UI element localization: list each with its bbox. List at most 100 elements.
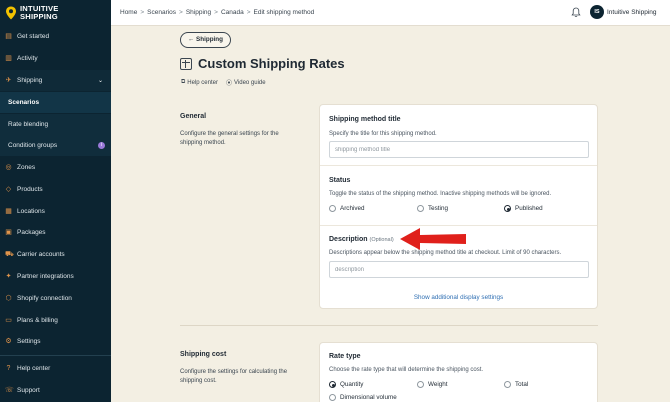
radio-circle bbox=[329, 205, 336, 212]
table-icon bbox=[180, 57, 192, 70]
help-icon: ? bbox=[6, 365, 11, 372]
sidebar-item-label: Condition groups bbox=[8, 142, 58, 149]
method-title-label: Shipping method title bbox=[329, 116, 401, 123]
sidebar-item-label: Activity bbox=[17, 55, 38, 62]
sidebar-item-label: Products bbox=[17, 186, 43, 193]
sidebar-item-plans-billing[interactable]: ▭ Plans & billing bbox=[0, 310, 111, 331]
sidebar-item-settings[interactable]: ⚙ Settings bbox=[0, 331, 111, 352]
sidebar-item-zones[interactable]: ◎ Zones bbox=[0, 157, 111, 178]
page-title: Custom Shipping Rates bbox=[198, 56, 345, 71]
radio-circle bbox=[329, 394, 336, 401]
sidebar-item-activity[interactable]: ▥ Activity bbox=[0, 48, 111, 69]
help-center-label: Help center bbox=[187, 79, 218, 86]
rate-type-description: Choose the rate type that will determine… bbox=[329, 367, 484, 373]
radio-circle-checked bbox=[504, 205, 511, 212]
card-icon: ▭ bbox=[5, 317, 12, 324]
sidebar-item-support[interactable]: ☏ Support bbox=[0, 380, 111, 401]
radio-circle-checked bbox=[329, 381, 336, 388]
help-center-link[interactable]: ⧉ Help center bbox=[181, 78, 218, 87]
rate-type-label: Rate type bbox=[329, 353, 361, 360]
rate-type-radio-weight[interactable]: Weight bbox=[417, 381, 447, 388]
general-section-description: Configure the general settings for the s… bbox=[180, 131, 279, 146]
activity-icon: ▥ bbox=[5, 55, 12, 62]
sidebar-item-label: Plans & billing bbox=[17, 317, 58, 324]
status-label: Status bbox=[329, 177, 351, 184]
sidebar: INTUITIVE SHIPPING ▤ Get started ▥ Activ… bbox=[0, 0, 111, 402]
rate-type-radio-dimensional-volume[interactable]: Dimensional volume bbox=[329, 394, 397, 401]
shipping-icon: ✈ bbox=[5, 77, 12, 84]
rate-type-radio-quantity[interactable]: Quantity bbox=[329, 381, 363, 388]
play-icon: ⦿ bbox=[225, 81, 232, 87]
sidebar-item-locations[interactable]: ▦ Locations bbox=[0, 201, 111, 222]
page-header: Custom Shipping Rates bbox=[180, 56, 345, 71]
breadcrumb-scenarios[interactable]: Scenarios bbox=[147, 9, 176, 16]
sidebar-item-label: Help center bbox=[17, 365, 51, 372]
gear-icon: ⚙ bbox=[5, 338, 12, 345]
avatar[interactable]: IS bbox=[590, 5, 604, 19]
chevron-right-icon: > bbox=[179, 9, 183, 16]
sidebar-item-partner-integrations[interactable]: ✦ Partner integrations bbox=[0, 266, 111, 287]
method-title-input[interactable] bbox=[329, 141, 589, 158]
sidebar-item-label: Rate blending bbox=[8, 121, 49, 128]
sidebar-item-get-started[interactable]: ▤ Get started bbox=[0, 26, 111, 47]
sidebar-divider bbox=[0, 355, 111, 356]
card-divider bbox=[320, 165, 597, 166]
back-button[interactable]: ← Shipping bbox=[180, 32, 231, 48]
info-badge: i bbox=[98, 142, 105, 149]
status-radio-archived[interactable]: Archived bbox=[329, 205, 365, 212]
breadcrumb-shipping[interactable]: Shipping bbox=[186, 9, 211, 16]
tag-icon: ◇ bbox=[5, 186, 12, 193]
radio-label: Quantity bbox=[340, 381, 364, 388]
sidebar-item-help-center[interactable]: ? Help center bbox=[0, 358, 111, 379]
sidebar-item-label: Partner integrations bbox=[17, 273, 74, 280]
show-additional-settings-link[interactable]: Show additional display settings bbox=[320, 294, 597, 301]
section-divider bbox=[180, 325, 598, 326]
video-guide-link[interactable]: ⦿ Video guide bbox=[225, 78, 266, 88]
chevron-right-icon: > bbox=[246, 9, 251, 16]
shipping-cost-section-description: Configure the settings for calculating t… bbox=[180, 369, 288, 384]
description-input[interactable] bbox=[329, 261, 589, 278]
sidebar-item-packages[interactable]: ▣ Packages bbox=[0, 222, 111, 243]
arrow-left-icon: ← bbox=[188, 36, 195, 43]
sidebar-item-condition-groups[interactable]: Condition groups i bbox=[0, 135, 111, 156]
sidebar-item-products[interactable]: ◇ Products bbox=[0, 179, 111, 200]
bell-icon[interactable] bbox=[571, 7, 581, 18]
radio-label: Dimensional volume bbox=[340, 394, 397, 401]
sidebar-item-label: Shipping bbox=[17, 77, 43, 84]
sidebar-item-label: Packages bbox=[17, 229, 46, 236]
sidebar-item-label: Zones bbox=[17, 164, 36, 171]
user-name[interactable]: Intuitive Shipping bbox=[607, 9, 657, 16]
general-section-title: General bbox=[180, 113, 207, 120]
radio-circle bbox=[417, 381, 424, 388]
globe-icon: ◎ bbox=[5, 164, 12, 171]
arrow-left-icon bbox=[400, 228, 466, 250]
status-description: Toggle the status of the shipping method… bbox=[329, 191, 552, 197]
breadcrumb: Home > Scenarios > Shipping > Canada > E… bbox=[120, 9, 314, 16]
support-icon: ☏ bbox=[5, 387, 14, 394]
brand-name: INTUITIVE SHIPPING bbox=[20, 5, 59, 21]
optional-tag: (Optional) bbox=[369, 237, 394, 243]
status-radio-testing[interactable]: Testing bbox=[417, 205, 448, 212]
sidebar-item-label: Scenarios bbox=[8, 99, 40, 106]
breadcrumb-current: Edit shipping method bbox=[253, 9, 315, 16]
breadcrumb-home[interactable]: Home bbox=[120, 9, 137, 16]
sidebar-item-label: Locations bbox=[17, 208, 45, 215]
rate-type-radio-total[interactable]: Total bbox=[504, 381, 528, 388]
sidebar-item-shopify-connection[interactable]: ⬡ Shopify connection bbox=[0, 288, 111, 309]
status-radio-published[interactable]: Published bbox=[504, 205, 543, 212]
brand-line-2: SHIPPING bbox=[20, 12, 58, 21]
sidebar-item-scenarios[interactable]: Scenarios bbox=[0, 92, 111, 113]
description-label: Description (Optional) bbox=[329, 236, 394, 243]
radio-label: Archived bbox=[340, 205, 365, 212]
sidebar-item-label: Carrier accounts bbox=[17, 251, 65, 258]
back-button-label: Shipping bbox=[196, 36, 223, 43]
shopify-icon: ⬡ bbox=[5, 295, 12, 302]
sidebar-item-shipping[interactable]: ✈ Shipping ⌄ bbox=[0, 70, 111, 91]
sidebar-item-carrier-accounts[interactable]: ⛟ Carrier accounts bbox=[0, 244, 111, 265]
sidebar-item-rate-blending[interactable]: Rate blending bbox=[0, 114, 111, 135]
brand-logo[interactable]: INTUITIVE SHIPPING bbox=[0, 0, 111, 26]
breadcrumb-canada[interactable]: Canada bbox=[221, 9, 244, 16]
shipping-cost-section-title: Shipping cost bbox=[180, 351, 227, 358]
integration-icon: ✦ bbox=[5, 273, 12, 280]
video-guide-label: Video guide bbox=[234, 79, 266, 86]
